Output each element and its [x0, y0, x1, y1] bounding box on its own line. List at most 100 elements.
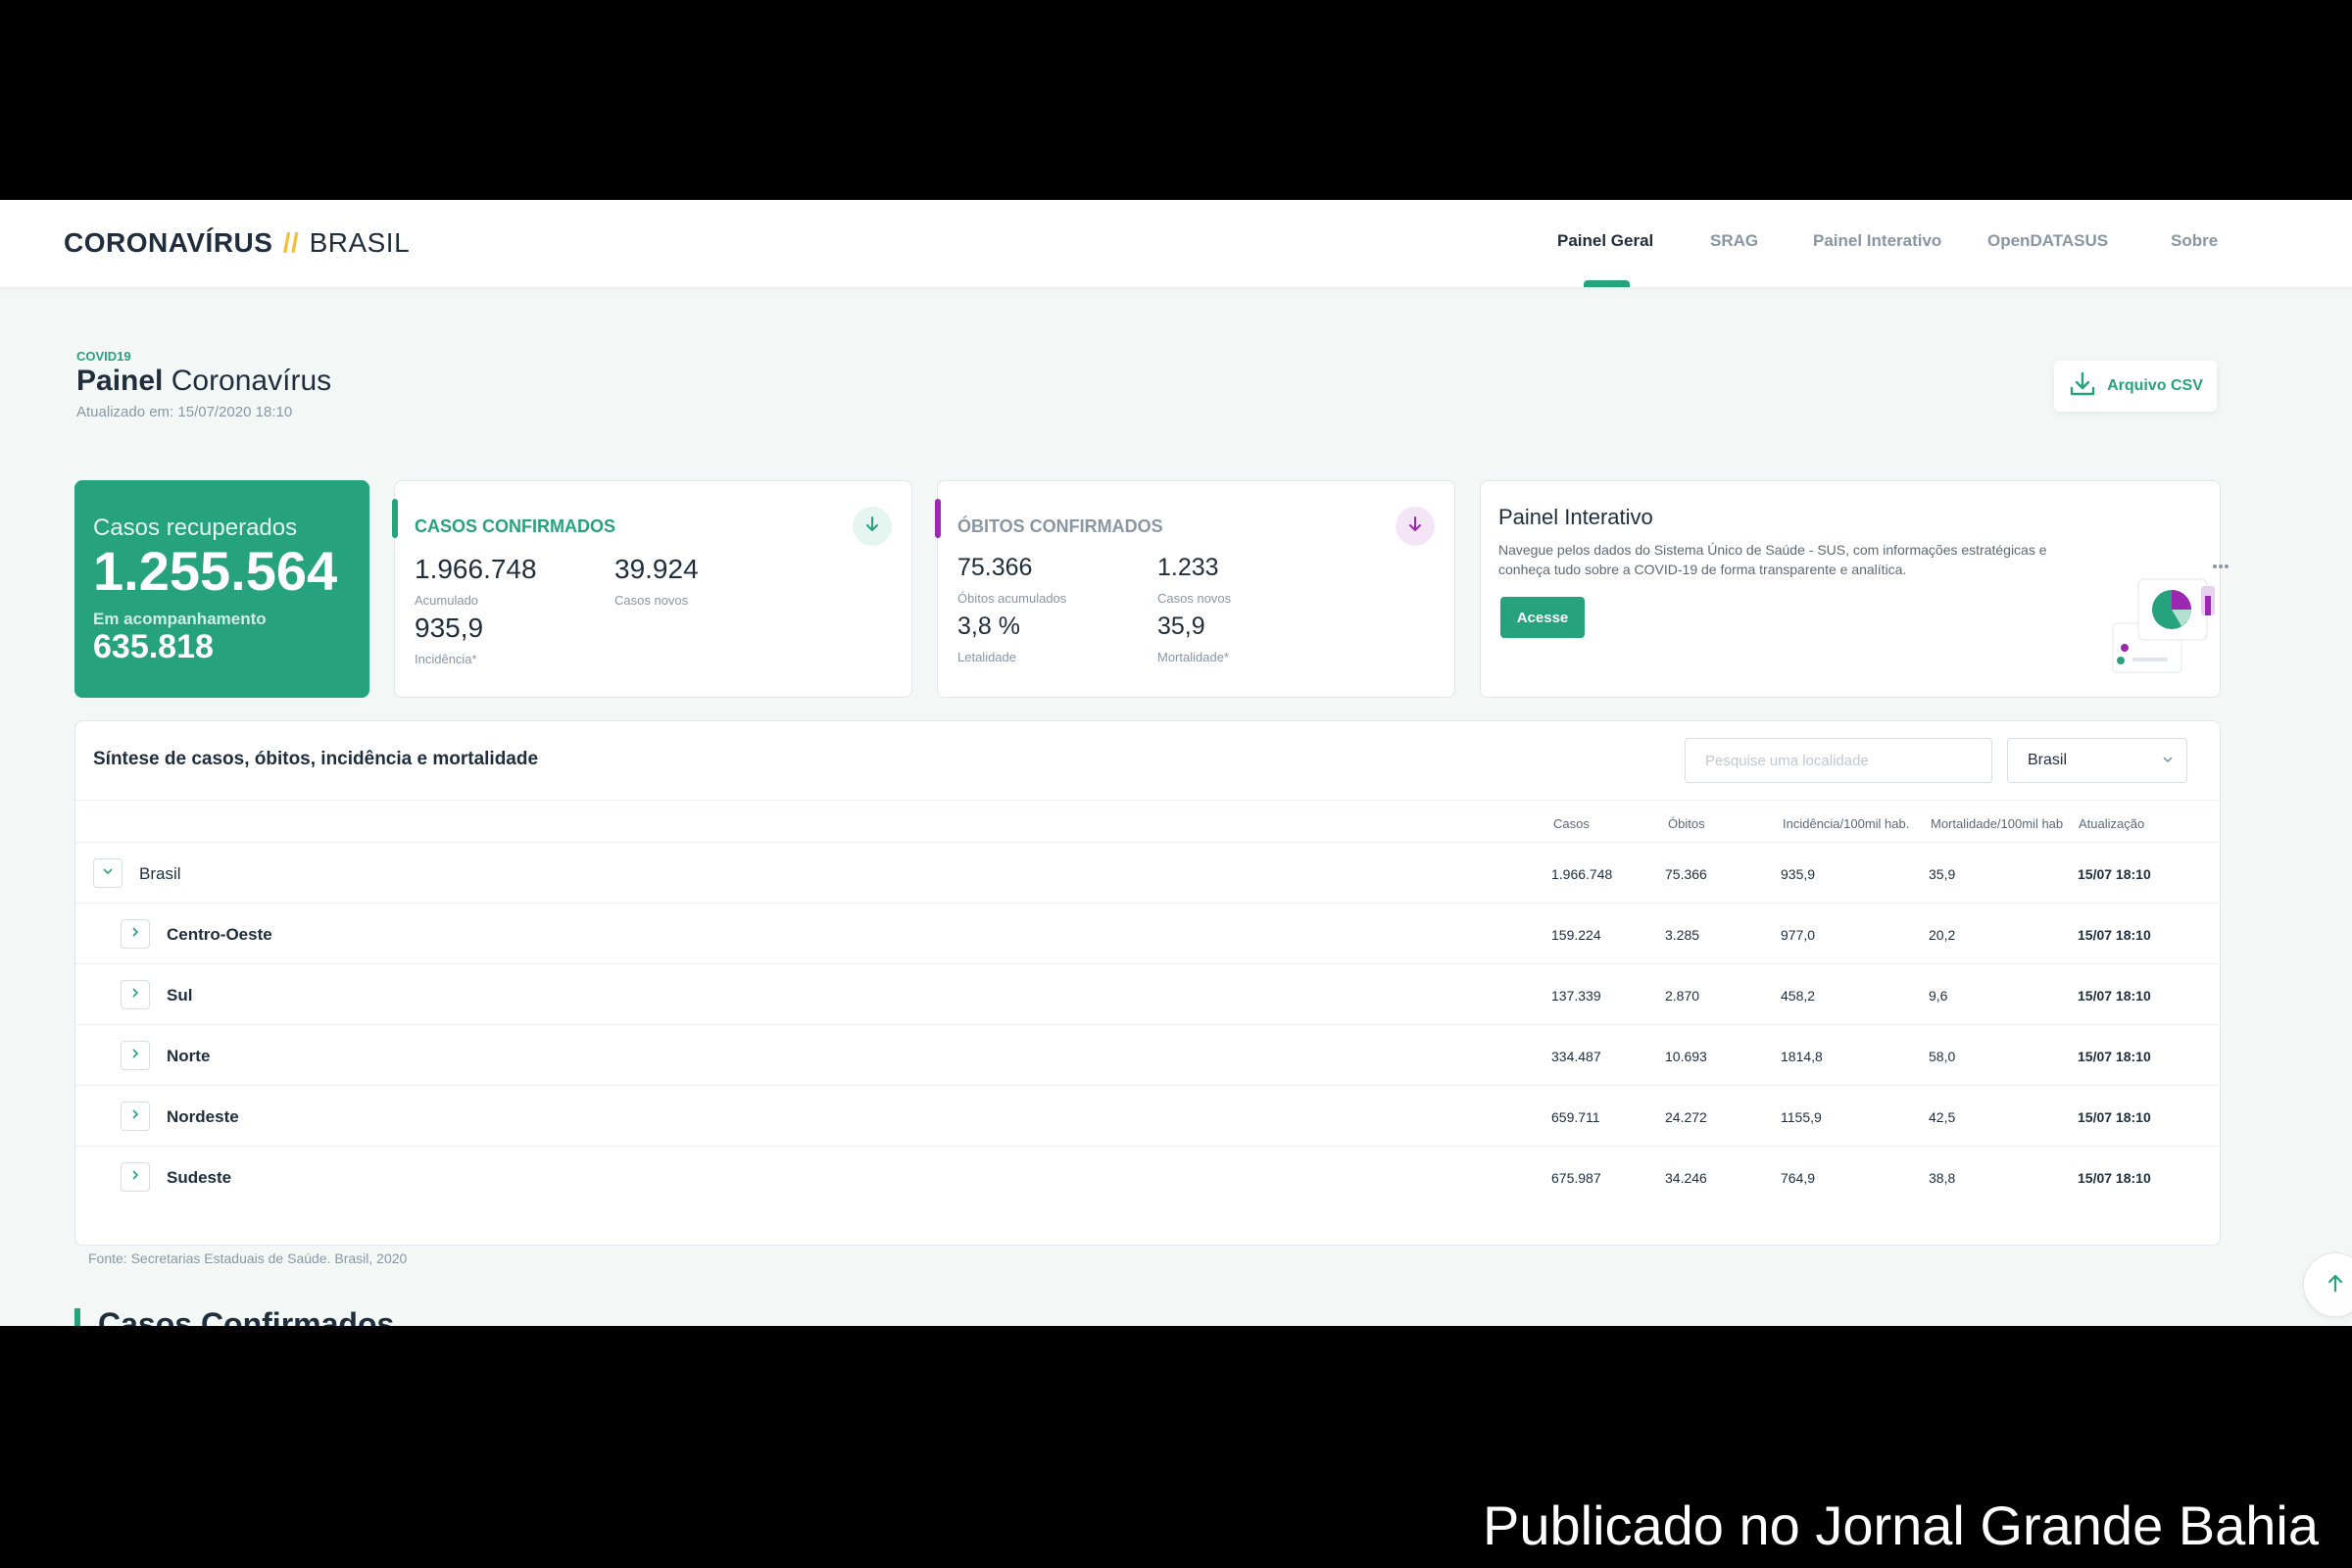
table-row[interactable]: Sudeste 675.987 34.246 764,9 38,8 15/07 …	[75, 1147, 2220, 1207]
cell-mortality: 58,0	[1929, 1049, 1956, 1064]
confirmed-new-label: Casos novos	[614, 593, 689, 608]
cell-updated: 15/07 18:10	[2078, 988, 2151, 1004]
chevron-right-icon	[128, 925, 142, 944]
row-name: Centro-Oeste	[167, 925, 272, 944]
next-section-title: Casos Confirmados	[74, 1308, 394, 1326]
access-button[interactable]: Acesse	[1500, 597, 1585, 638]
column-header-mortality[interactable]: Mortalidade/100mil hab	[1931, 816, 2063, 831]
cell-cases: 1.966.748	[1551, 866, 1613, 882]
back-to-top-button[interactable]	[2303, 1252, 2352, 1317]
data-source-note: Fonte: Secretarias Estaduais de Saúde. B…	[88, 1250, 408, 1266]
nav-sobre[interactable]: Sobre	[2171, 231, 2218, 251]
cell-mortality: 35,9	[1929, 866, 1956, 882]
download-csv-label: Arquivo CSV	[2107, 377, 2203, 394]
arrow-down-icon	[1405, 514, 1425, 539]
expand-row-button[interactable]	[121, 980, 150, 1009]
brand-sub: BRASIL	[309, 227, 411, 258]
region-select[interactable]: Brasil	[2007, 738, 2187, 783]
cell-cases: 334.487	[1551, 1049, 1601, 1064]
table-row[interactable]: Centro-Oeste 159.224 3.285 977,0 20,2 15…	[75, 904, 2220, 964]
cell-updated: 15/07 18:10	[2078, 1170, 2151, 1186]
column-header-cases[interactable]: Casos	[1553, 816, 1590, 831]
column-header-updated[interactable]: Atualização	[2079, 816, 2144, 831]
cell-cases: 137.339	[1551, 988, 1601, 1004]
table-row[interactable]: Sul 137.339 2.870 458,2 9,6 15/07 18:10	[75, 964, 2220, 1025]
cell-incidence: 935,9	[1781, 866, 1816, 882]
cell-deaths: 10.693	[1665, 1049, 1707, 1064]
table-row[interactable]: Brasil 1.966.748 75.366 935,9 35,9 15/07…	[75, 843, 2220, 904]
summary-table-panel: Síntese de casos, óbitos, incidência e m…	[74, 720, 2221, 1246]
cell-incidence: 977,0	[1781, 927, 1816, 943]
cell-cases: 675.987	[1551, 1170, 1601, 1186]
row-name: Sul	[167, 986, 193, 1004]
active-nav-indicator	[1584, 280, 1630, 287]
chevron-right-icon	[128, 1047, 142, 1065]
app-screen: CORONAVÍRUS // BRASIL Painel Geral SRAG …	[0, 200, 2352, 1326]
cell-cases: 659.711	[1551, 1109, 1600, 1125]
confirmed-accumulated-label: Acumulado	[415, 593, 479, 608]
location-search-input[interactable]	[1685, 738, 1992, 783]
nav-painel-interativo[interactable]: Painel Interativo	[1813, 231, 1941, 251]
interactive-panel-title: Painel Interativo	[1498, 505, 1653, 529]
cell-updated: 15/07 18:10	[2078, 1049, 2151, 1064]
deaths-download-button[interactable]	[1396, 507, 1435, 546]
chevron-down-icon	[101, 864, 115, 883]
confirmed-new-value: 39.924	[614, 554, 699, 584]
page-title: Painel Coronavírus	[76, 365, 331, 398]
expand-row-button[interactable]	[121, 919, 150, 949]
monitoring-value: 635.818	[93, 628, 214, 665]
cell-deaths: 3.285	[1665, 927, 1700, 943]
expand-row-button[interactable]	[121, 1162, 150, 1192]
page-title-bold: Painel	[76, 365, 164, 397]
dashboard-illustration	[2103, 564, 2230, 692]
chevron-right-icon	[128, 986, 142, 1004]
updated-timestamp: Atualizado em: 15/07/2020 18:10	[76, 404, 293, 420]
nav-srag[interactable]: SRAG	[1710, 231, 1758, 251]
cell-updated: 15/07 18:10	[2078, 1109, 2151, 1125]
cell-incidence: 1814,8	[1781, 1049, 1823, 1064]
brand-logo[interactable]: CORONAVÍRUS // BRASIL	[64, 227, 410, 259]
collapse-row-button[interactable]	[93, 858, 122, 888]
cell-mortality: 38,8	[1929, 1170, 1956, 1186]
brand-main: CORONAVÍRUS	[64, 227, 273, 258]
deaths-mortality-value: 35,9	[1157, 612, 1205, 640]
card-accent-bar	[392, 499, 398, 538]
confirmed-incidence-value: 935,9	[415, 612, 484, 643]
nav-opendatasus[interactable]: OpenDATASUS	[1987, 231, 2108, 251]
confirmed-title: CASOS CONFIRMADOS	[415, 516, 616, 536]
watermark-caption: Publicado no Jornal Grande Bahia	[1482, 1494, 2319, 1556]
row-name: Norte	[167, 1047, 211, 1065]
row-name: Nordeste	[167, 1107, 239, 1126]
nav-painel-geral[interactable]: Painel Geral	[1557, 231, 1653, 251]
confirmed-download-button[interactable]	[853, 507, 892, 546]
brand-separator: //	[282, 227, 300, 258]
row-name: Brasil	[139, 864, 181, 883]
deaths-mortality-label: Mortalidade*	[1157, 650, 1229, 664]
cell-mortality: 42,5	[1929, 1109, 1956, 1125]
section-label: COVID19	[76, 349, 131, 364]
expand-row-button[interactable]	[121, 1102, 150, 1131]
confirmed-cases-card: CASOS CONFIRMADOS 1.966.748 Acumulado 39…	[392, 480, 912, 698]
cell-incidence: 1155,9	[1781, 1109, 1822, 1125]
cell-mortality: 9,6	[1929, 988, 1948, 1004]
table-row[interactable]: Nordeste 659.711 24.272 1155,9 42,5 15/0…	[75, 1086, 2220, 1147]
column-header-incidence[interactable]: Incidência/100mil hab.	[1783, 816, 1909, 831]
table-row[interactable]: Norte 334.487 10.693 1814,8 58,0 15/07 1…	[75, 1025, 2220, 1086]
download-csv-button[interactable]: Arquivo CSV	[2054, 361, 2217, 412]
confirmed-accumulated-value: 1.966.748	[415, 554, 537, 584]
chevron-right-icon	[128, 1168, 142, 1187]
interactive-panel-description: Navegue pelos dados do Sistema Único de …	[1498, 542, 2047, 577]
cell-cases: 159.224	[1551, 927, 1601, 943]
column-header-deaths[interactable]: Óbitos	[1668, 816, 1705, 831]
arrow-down-icon	[862, 514, 882, 539]
chevron-down-icon	[2161, 753, 2175, 771]
cell-deaths: 2.870	[1665, 988, 1700, 1004]
cell-mortality: 20,2	[1929, 927, 1956, 943]
region-select-value: Brasil	[2028, 752, 2068, 768]
cell-deaths: 34.246	[1665, 1170, 1707, 1186]
cell-updated: 15/07 18:10	[2078, 927, 2151, 943]
expand-row-button[interactable]	[121, 1041, 150, 1070]
deaths-lethality-label: Letalidade	[957, 650, 1016, 664]
deaths-lethality-value: 3,8 %	[957, 612, 1020, 640]
cell-incidence: 764,9	[1781, 1170, 1816, 1186]
